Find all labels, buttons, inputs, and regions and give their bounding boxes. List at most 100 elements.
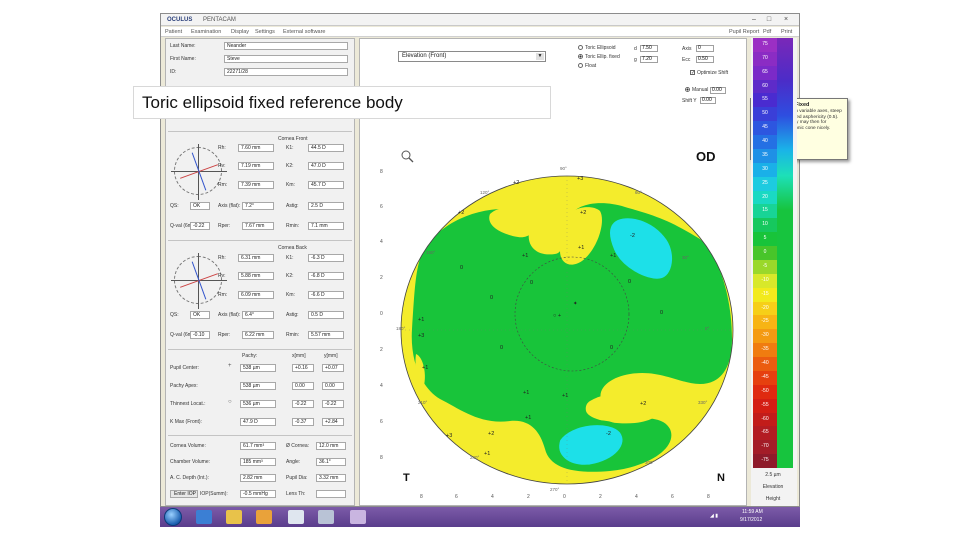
map-value: -2 bbox=[630, 233, 635, 239]
y-col-header: y[mm] bbox=[324, 353, 338, 359]
front-row1-l2: K1: bbox=[286, 145, 294, 151]
front-k2-value: 47.0 D bbox=[308, 162, 344, 170]
menu-pdf[interactable]: Pdf bbox=[763, 27, 771, 37]
angle-label: Angle: bbox=[286, 459, 301, 465]
scale-value: 0 bbox=[753, 246, 777, 260]
scale-step-label: 2.5 µm bbox=[765, 472, 781, 478]
front-astig-label: Astig: bbox=[286, 203, 299, 209]
menu-pupil-report[interactable]: Pupil Report bbox=[729, 27, 759, 37]
last-name-label: Last Name: bbox=[170, 43, 196, 49]
pupil-center-y: +0.07 bbox=[322, 364, 344, 372]
oculus-logo: OCULUS bbox=[167, 17, 193, 23]
app-icon[interactable] bbox=[318, 510, 334, 524]
last-name-field[interactable]: Neander bbox=[224, 42, 348, 50]
enter-iop-button[interactable]: Enter IOP bbox=[170, 490, 198, 498]
map-value: +2 bbox=[513, 180, 519, 186]
pachy-apex-x: 0.00 bbox=[292, 382, 314, 390]
map-value: +1 bbox=[418, 317, 424, 323]
pachy-apex-y: 0.00 bbox=[322, 382, 344, 390]
menu-settings[interactable]: Settings bbox=[255, 27, 275, 37]
start-button[interactable] bbox=[164, 508, 182, 526]
cornea-front-axis-dial bbox=[171, 144, 227, 200]
map-value: +1 bbox=[522, 253, 528, 259]
map-value: +1 bbox=[525, 415, 531, 421]
k-max-value: 47.9 D bbox=[240, 418, 276, 426]
cornea-front-header: Cornea Front bbox=[278, 136, 308, 142]
title-bar: OCULUS PENTACAM – □ × bbox=[161, 14, 799, 26]
first-name-field[interactable]: Steve bbox=[224, 55, 348, 63]
menu-external-software[interactable]: External software bbox=[283, 27, 326, 37]
folder-icon[interactable] bbox=[226, 510, 242, 524]
k-max-x: -0.37 bbox=[292, 418, 314, 426]
thinnest-location-symbol: ○ bbox=[228, 399, 232, 405]
scale-value: 20 bbox=[753, 190, 777, 205]
scale-value: 10 bbox=[753, 218, 777, 233]
cornea-volume-label: Cornea Volume: bbox=[170, 443, 206, 449]
scale-value: -50 bbox=[753, 384, 777, 399]
scale-value: 5 bbox=[753, 232, 777, 247]
degree-label: 210° bbox=[418, 400, 428, 405]
scale-value: -60 bbox=[753, 412, 777, 427]
scale-value: -30 bbox=[753, 329, 777, 344]
ie-icon[interactable] bbox=[196, 510, 212, 524]
divider bbox=[168, 349, 352, 350]
minimize-icon[interactable]: – bbox=[749, 16, 759, 24]
back-row3-l1: Rm: bbox=[218, 292, 228, 298]
menu-print[interactable]: Print bbox=[781, 27, 792, 37]
first-name-label: First Name: bbox=[170, 56, 196, 62]
scale-value: -25 bbox=[753, 315, 777, 330]
back-row2-l2: K2: bbox=[286, 273, 294, 279]
back-qval-value: -0.10 bbox=[190, 331, 210, 339]
scale-value: -40 bbox=[753, 357, 777, 371]
app-icon[interactable] bbox=[350, 510, 366, 524]
map-value: +3 bbox=[446, 433, 452, 439]
degree-label: 300° bbox=[645, 460, 655, 465]
product-name: PENTACAM bbox=[203, 17, 236, 23]
maximize-icon[interactable]: □ bbox=[764, 16, 774, 24]
front-rmin-label: Rmin: bbox=[286, 223, 300, 229]
lens-th-label: Lens Th: bbox=[286, 491, 306, 497]
scale-height-label[interactable]: Height bbox=[751, 496, 795, 502]
scale-value: -75 bbox=[753, 454, 777, 468]
front-qs-label: QS: bbox=[170, 203, 179, 209]
close-icon[interactable]: × bbox=[781, 16, 791, 24]
color-scale: 75 70 65 60 55 50 45 40 35 30 25 20 15 10 5 0 -5 -10 -15 -2… bbox=[751, 38, 797, 506]
front-rm-value: 7.39 mm bbox=[238, 181, 274, 189]
back-rv-value: 5.88 mm bbox=[238, 272, 274, 280]
chamber-volume-value: 185 mm³ bbox=[240, 458, 276, 466]
menu-patient[interactable]: Patient bbox=[165, 27, 182, 37]
id-field[interactable]: 22271/28 bbox=[224, 68, 348, 76]
menu-examination[interactable]: Examination bbox=[191, 27, 221, 37]
map-value: 0 bbox=[530, 280, 533, 286]
front-row1-l1: Rh: bbox=[218, 145, 226, 151]
pentacam-app-icon[interactable] bbox=[288, 510, 304, 524]
menu-display[interactable]: Display bbox=[231, 27, 249, 37]
map-value: +1 bbox=[610, 253, 616, 259]
clock-date[interactable]: 9/17/2012 bbox=[740, 517, 762, 523]
media-player-icon[interactable] bbox=[256, 510, 272, 524]
scale-gradient-bar bbox=[777, 38, 793, 468]
front-rmin-value: 7.1 mm bbox=[308, 222, 344, 230]
map-value: 0 bbox=[628, 279, 631, 285]
back-rh-value: 6.31 mm bbox=[238, 254, 274, 262]
back-km-value: -6.6 D bbox=[308, 291, 344, 299]
map-value: +1 bbox=[523, 390, 529, 396]
apex-marker: ✦ bbox=[573, 300, 578, 307]
slide-caption: Toric ellipsoid fixed reference body bbox=[133, 86, 551, 119]
front-k1-value: 44.5 D bbox=[308, 144, 344, 152]
lens-th-value bbox=[316, 490, 346, 498]
thinnest-location-pachy: 536 µm bbox=[240, 400, 276, 408]
map-value: +1 bbox=[578, 245, 584, 251]
clock-time[interactable]: 11:59 AM bbox=[742, 509, 763, 515]
scale-value: -15 bbox=[753, 287, 777, 302]
scale-value: 75 bbox=[753, 38, 777, 52]
front-row3-l2: Km: bbox=[286, 182, 295, 188]
thinnest-location-x: -0.22 bbox=[292, 400, 314, 408]
iop-summ-value: -0.5 mmHg bbox=[240, 490, 276, 498]
degree-label: 30° bbox=[682, 255, 689, 260]
ac-depth-value: 2.82 mm bbox=[240, 474, 276, 482]
back-qs-value: OK bbox=[190, 311, 210, 319]
map-value: +1 bbox=[422, 365, 428, 371]
pachy-col-header: Pachy: bbox=[242, 353, 258, 359]
volume-icon[interactable]: ◢ ▮ bbox=[710, 513, 718, 519]
